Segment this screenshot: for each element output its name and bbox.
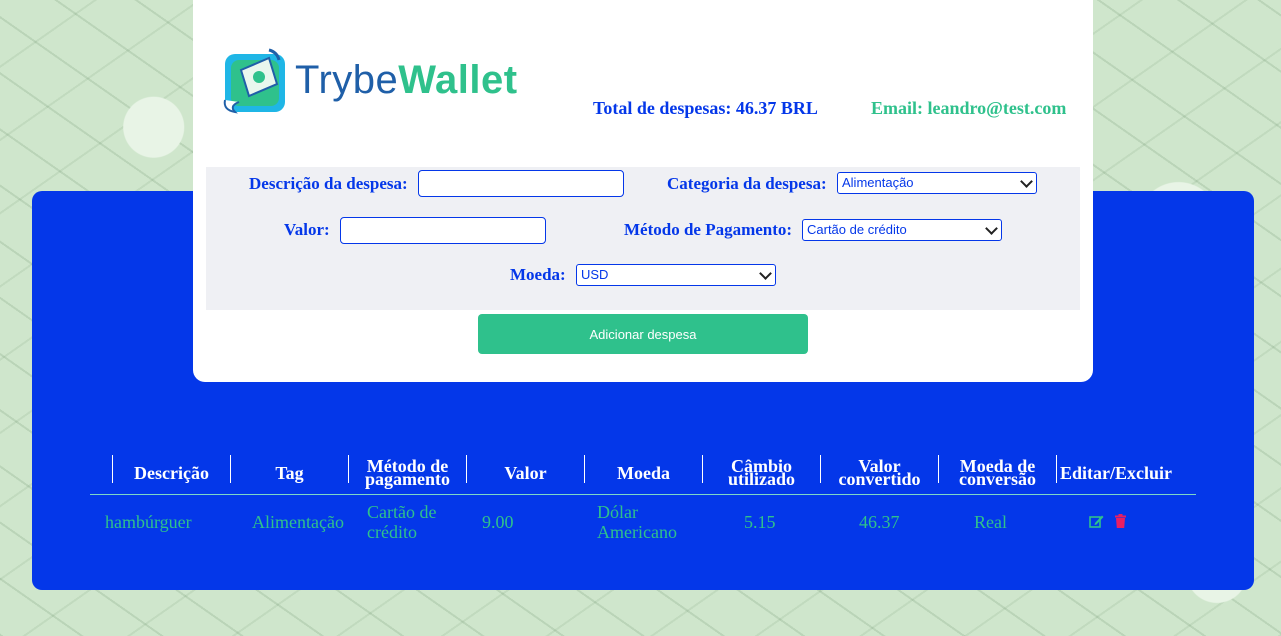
cell-value: 9.00: [482, 512, 514, 532]
th-description: Descrição: [134, 462, 209, 483]
value-label: Valor:: [284, 220, 330, 239]
logo-text: TrybeWallet: [295, 57, 518, 102]
user-email: Email: leandro@test.com: [871, 98, 1067, 118]
trash-icon[interactable]: [1115, 514, 1126, 533]
th-value: Valor: [504, 462, 547, 483]
total-expenses: Total de despesas: 46.37 BRL: [593, 98, 818, 118]
th-conversion-currency: Moeda de conversão: [959, 456, 1036, 489]
cell-currency: Dólar Americano: [597, 502, 677, 542]
chevron-down-icon: [759, 267, 772, 280]
edit-icon[interactable]: [1089, 514, 1104, 533]
description-label: Descrição da despesa:: [249, 174, 408, 193]
wallet-logo-icon: [221, 44, 287, 116]
th-method: Método de pagamento: [365, 456, 450, 489]
logo: TrybeWallet: [221, 44, 518, 116]
cell-description: hambúrguer: [105, 512, 192, 532]
cell-conversion-currency: Real: [974, 512, 1007, 532]
th-rate: Câmbio utilizado: [727, 456, 795, 489]
cell-method: Cartão de crédito: [367, 502, 437, 542]
category-label: Categoria da despesa:: [667, 174, 827, 193]
category-select[interactable]: Alimentação: [837, 172, 1037, 194]
description-input[interactable]: [418, 170, 624, 197]
payment-select[interactable]: Cartão de crédito: [802, 219, 1002, 241]
payment-label: Método de Pagamento:: [624, 220, 793, 239]
header-card: TrybeWallet Total de despesas: 46.37 BRL…: [193, 0, 1093, 382]
chevron-down-icon: [985, 222, 998, 235]
cell-tag: Alimentação: [252, 512, 344, 532]
currency-select[interactable]: USD: [576, 264, 776, 286]
th-tag: Tag: [275, 462, 304, 483]
value-input[interactable]: [340, 217, 546, 244]
th-actions: Editar/Excluir: [1060, 462, 1172, 483]
th-currency: Moeda: [617, 462, 670, 483]
currency-label: Moeda:: [510, 265, 566, 284]
th-converted: Valor convertido: [838, 456, 921, 489]
chevron-down-icon: [1020, 175, 1033, 188]
expense-form: Descrição da despesa: Categoria da despe…: [206, 167, 1080, 310]
expenses-table-header: Descrição Tag Método de pagamento Valor …: [90, 452, 1196, 495]
add-expense-button[interactable]: Adicionar despesa: [478, 314, 808, 354]
cell-rate: 5.15: [744, 512, 776, 532]
cell-converted: 46.37: [859, 512, 900, 532]
